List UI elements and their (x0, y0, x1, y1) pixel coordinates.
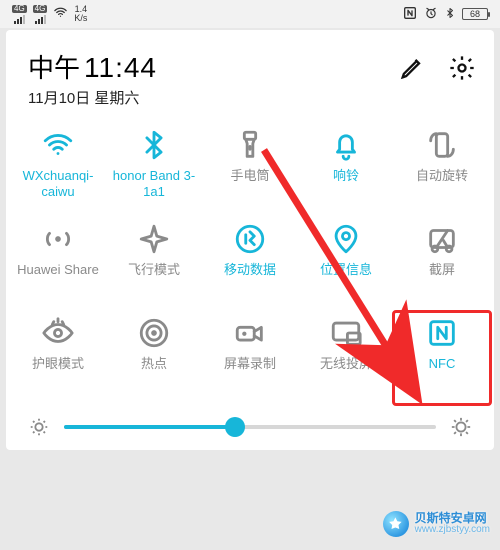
tile-airplane[interactable]: 飞行模式 (106, 222, 202, 308)
camcorder-icon (233, 316, 267, 350)
quick-settings-panel: 中午 11:44 11月10日 星期六 WXchuanqi-caiwu (6, 30, 494, 450)
clock-block[interactable]: 中午 11:44 11月10日 星期六 (28, 48, 157, 108)
nfc-status-icon (402, 5, 418, 24)
tile-ringer[interactable]: 响铃 (298, 128, 394, 214)
tile-screenshot[interactable]: 截屏 (394, 222, 490, 308)
slider-fill (64, 425, 235, 429)
watermark-logo-icon (383, 511, 409, 537)
brightness-slider[interactable] (64, 425, 436, 429)
watermark: 贝斯特安卓网 www.zjbstyy.com (383, 511, 490, 537)
edit-icon[interactable] (398, 54, 426, 82)
tile-label: 屏幕录制 (224, 356, 276, 372)
tile-flashlight[interactable]: 手电筒 (202, 128, 298, 214)
airplane-icon (137, 222, 171, 256)
alarm-status-icon (424, 6, 438, 23)
share-wave-icon (41, 222, 75, 256)
tile-label: 护眼模式 (32, 356, 84, 372)
tile-bluetooth[interactable]: honor Band 3-1a1 (106, 128, 202, 214)
time-ampm: 中午 (28, 48, 80, 85)
bluetooth-status-icon (444, 6, 456, 23)
brightness-low-icon (28, 416, 50, 438)
tile-label: 无线投屏 (320, 356, 372, 372)
bluetooth-icon (137, 128, 171, 162)
tile-label: 热点 (141, 356, 167, 372)
tiles-grid: WXchuanqi-caiwu honor Band 3-1a1 手电筒 响铃 (6, 114, 494, 402)
wifi-icon (41, 128, 75, 162)
tile-label: NFC (429, 356, 456, 372)
bell-icon (329, 128, 363, 162)
tile-label: 截屏 (429, 262, 455, 278)
tile-label: Huawei Share (17, 262, 99, 278)
sim1-signal: 4G (12, 5, 27, 24)
brightness-high-icon (450, 416, 472, 438)
slider-thumb[interactable] (225, 417, 245, 437)
settings-gear-icon[interactable] (448, 54, 476, 82)
tile-label: honor Band 3-1a1 (109, 168, 199, 201)
tile-hotspot[interactable]: 热点 (106, 316, 202, 402)
watermark-line2: www.zjbstyy.com (415, 525, 490, 536)
tile-label: 飞行模式 (128, 262, 180, 278)
scissors-icon (425, 222, 459, 256)
sim2-signal: 4G (33, 5, 48, 24)
date-text: 11月10日 星期六 (28, 87, 157, 108)
hotspot-icon (137, 316, 171, 350)
flashlight-icon (233, 128, 267, 162)
tile-huawei-share[interactable]: Huawei Share (10, 222, 106, 308)
status-left: 4G 4G 1.4 K/s (12, 5, 87, 24)
tile-screen-record[interactable]: 屏幕录制 (202, 316, 298, 402)
network-rate: 1.4 K/s (74, 5, 87, 23)
brightness-slider-row (6, 402, 494, 438)
nfc-icon (425, 316, 459, 350)
tile-cast[interactable]: 无线投屏 (298, 316, 394, 402)
tile-label: 响铃 (333, 168, 359, 184)
tile-label: 移动数据 (224, 262, 276, 278)
tile-nfc[interactable]: NFC (394, 316, 490, 402)
eye-icon (41, 316, 75, 350)
battery-indicator: 68 (462, 8, 488, 20)
status-right: 68 (402, 5, 488, 24)
tile-label: 手电筒 (230, 168, 269, 184)
tile-auto-rotate[interactable]: 自动旋转 (394, 128, 490, 214)
tile-mobile-data[interactable]: 移动数据 (202, 222, 298, 308)
panel-header: 中午 11:44 11月10日 星期六 (6, 30, 494, 114)
tile-wifi[interactable]: WXchuanqi-caiwu (10, 128, 106, 214)
cast-icon (329, 316, 363, 350)
mobile-data-icon (233, 222, 267, 256)
tile-eye-comfort[interactable]: 护眼模式 (10, 316, 106, 402)
rotate-icon (425, 128, 459, 162)
tile-label: WXchuanqi-caiwu (13, 168, 103, 201)
wifi-status-icon (53, 5, 68, 23)
tile-label: 位置信息 (320, 262, 372, 278)
tile-location[interactable]: 位置信息 (298, 222, 394, 308)
time-hhmm: 11:44 (84, 52, 157, 84)
status-bar: 4G 4G 1.4 K/s 68 (0, 0, 500, 28)
tile-label: 自动旋转 (416, 168, 468, 184)
location-pin-icon (329, 222, 363, 256)
